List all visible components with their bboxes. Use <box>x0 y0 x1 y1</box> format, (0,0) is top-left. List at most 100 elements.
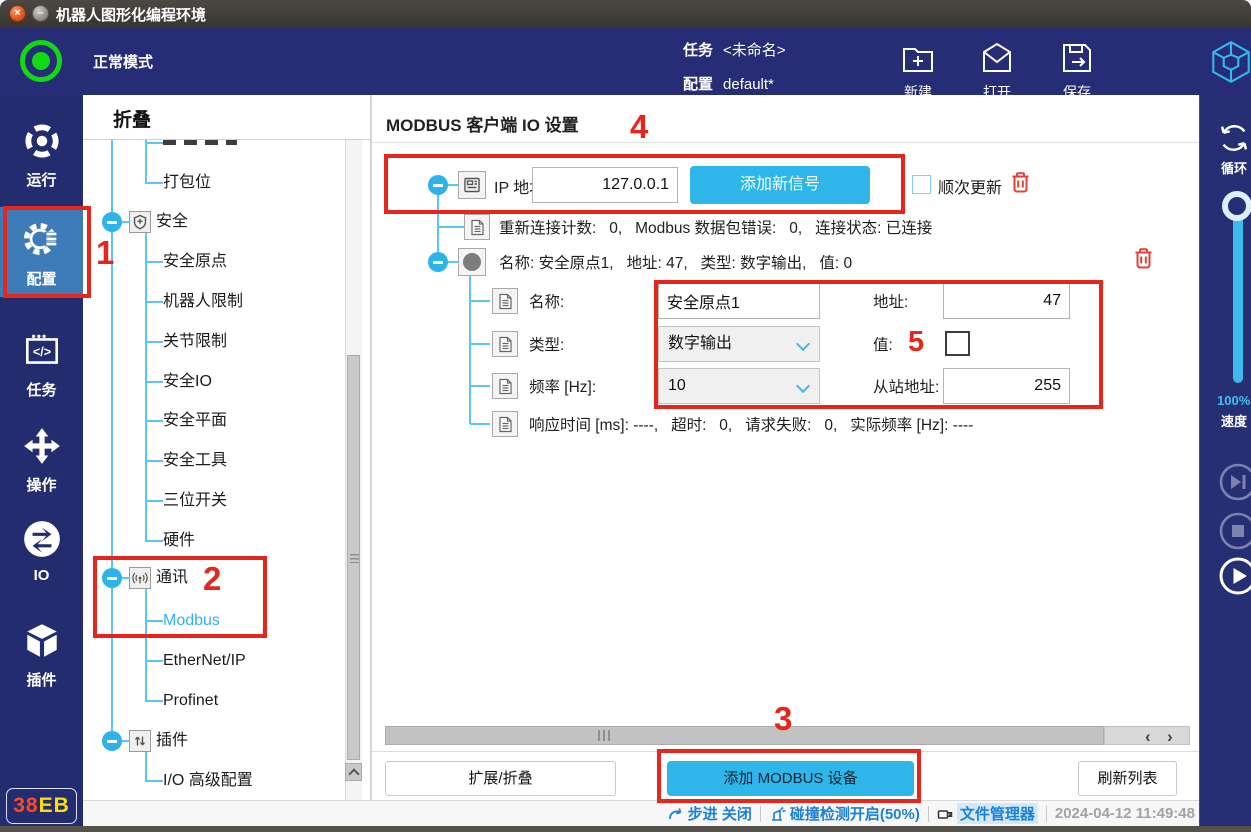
file-manager-button[interactable]: 文件管理器 <box>937 803 1038 824</box>
tree-scrollbar-thumb[interactable] <box>347 355 360 760</box>
sequential-update-checkbox[interactable] <box>912 175 931 194</box>
tree-collapse-node[interactable] <box>102 212 122 232</box>
tree-item[interactable]: EtherNet/IP <box>163 647 246 675</box>
tree-item-safety[interactable]: 安全 <box>156 208 188 236</box>
speed-slider-track[interactable] <box>1233 203 1243 383</box>
divider <box>372 142 1200 143</box>
frequency-select[interactable]: 10 <box>658 368 820 404</box>
tree-item[interactable]: I/O 高级配置 <box>163 767 253 795</box>
frequency-value: 10 <box>668 377 686 394</box>
step-next-button[interactable] <box>1218 462 1251 502</box>
usb-drive-icon <box>937 806 953 822</box>
device-collapse-node[interactable] <box>428 175 448 195</box>
save-button[interactable]: 保存 <box>1047 40 1107 102</box>
expand-collapse-button[interactable]: 扩展/折叠 <box>385 761 616 796</box>
refresh-list-button[interactable]: 刷新列表 <box>1078 761 1177 796</box>
loop-icon[interactable] <box>1215 119 1251 162</box>
step-mode-toggle[interactable]: 步进 关闭 <box>668 803 752 824</box>
new-folder-plus-icon <box>900 63 936 80</box>
horizontal-scrollbar[interactable] <box>385 726 1104 745</box>
robot-programming-app: × – 机器人图形化编程环境 正常模式 任务<未命名> 配置default* 新… <box>0 0 1251 832</box>
signal-type-select[interactable]: 数字输出 <box>658 326 820 362</box>
window-titlebar: × – 机器人图形化编程环境 <box>0 0 1251 28</box>
horizontal-scrollbar-end: ‹ › <box>1104 726 1190 745</box>
signal-name-input[interactable] <box>658 283 820 319</box>
tree-collapse-node[interactable] <box>102 731 122 751</box>
add-modbus-device-button[interactable]: 添加 MODBUS 设备 <box>667 761 914 796</box>
sidebar-item-label: 配置 <box>0 268 83 289</box>
scroll-right-button[interactable]: › <box>1167 728 1173 745</box>
window-title: 机器人图形化编程环境 <box>56 4 206 25</box>
tree-item-communication[interactable]: 通讯 <box>156 564 188 592</box>
speed-slider-handle[interactable] <box>1222 191 1251 221</box>
tree-item[interactable]: 关节限制 <box>163 328 227 356</box>
tree-tee <box>145 381 163 383</box>
value-label: 值: <box>873 333 893 355</box>
tree-item[interactable]: 打包位 <box>163 169 211 197</box>
tree-item-plugin[interactable]: 插件 <box>156 727 188 755</box>
sidebar-item-io[interactable]: IO <box>0 518 83 584</box>
tree-line <box>438 226 464 228</box>
stop-button[interactable] <box>1218 511 1251 551</box>
tree-line <box>448 184 458 186</box>
tree-collapse-node[interactable] <box>102 568 122 588</box>
delete-signal-trash-icon[interactable] <box>1133 247 1154 275</box>
status-bar: 步进 关闭 碰撞检测开启(50%) 文件管理器 2024-04-12 11:49… <box>83 800 1199 826</box>
config-label: 配置 <box>683 76 713 93</box>
mode-indicator-dot <box>32 52 50 70</box>
sidebar-item-label: 运行 <box>0 169 83 190</box>
sidebar-item-config[interactable]: 配置 <box>0 207 83 297</box>
signal-address-input[interactable] <box>943 283 1070 319</box>
slave-address-label: 从站地址: <box>873 375 939 397</box>
ip-address-input[interactable] <box>532 167 678 203</box>
type-label: 类型: <box>529 333 564 355</box>
tree-item[interactable]: 安全原点 <box>163 248 227 276</box>
signal-collapse-node[interactable] <box>428 252 448 272</box>
tree-tee <box>145 460 163 462</box>
tree-tee <box>145 420 163 422</box>
tree-item[interactable]: 安全工具 <box>163 447 227 475</box>
app-header: 正常模式 任务<未命名> 配置default* 新建 打开 <box>0 28 1251 95</box>
plugin-cube-icon <box>21 649 63 666</box>
tree-branch-line <box>145 140 147 183</box>
sidebar-item-task[interactable]: </> 任务 <box>0 330 83 400</box>
sidebar-item-plugin[interactable]: 插件 <box>0 620 83 690</box>
separator <box>760 806 761 822</box>
slave-address-input[interactable] <box>943 368 1070 404</box>
tree-line <box>469 276 471 424</box>
new-button[interactable]: 新建 <box>888 40 948 102</box>
tree-item[interactable]: 安全平面 <box>163 407 227 435</box>
io-swap-icon <box>21 547 63 564</box>
speed-label: 速度 <box>1221 411 1247 430</box>
left-nav-sidebar: 运行 配置 </> 任务 <box>0 95 83 826</box>
badge-left: 38 <box>13 794 38 817</box>
config-row: 配置default* <box>683 73 774 94</box>
tree-item-modbus-selected[interactable]: Modbus <box>163 607 220 635</box>
tree-item[interactable]: Profinet <box>163 687 218 715</box>
delete-device-trash-icon[interactable] <box>1010 171 1031 199</box>
play-button[interactable] <box>1218 556 1251 596</box>
sidebar-item-operate[interactable]: 操作 <box>0 425 83 495</box>
signal-value-checkbox[interactable] <box>945 331 970 356</box>
tree-item-clipped[interactable] <box>163 140 237 145</box>
tree-item[interactable]: 机器人限制 <box>163 288 243 316</box>
open-button[interactable]: 打开 <box>967 40 1027 102</box>
tree-item[interactable]: 硬件 <box>163 527 195 555</box>
tree-tee <box>145 500 163 502</box>
window-close-button[interactable]: × <box>9 5 26 22</box>
tree-header[interactable]: 折叠 <box>83 95 370 140</box>
scroll-left-button[interactable]: ‹ <box>1145 728 1151 745</box>
tree-line <box>470 423 490 425</box>
collision-detection-toggle[interactable]: 碰撞检测开启(50%) <box>769 803 920 824</box>
add-signal-button[interactable]: 添加新信号 <box>690 166 870 204</box>
sidebar-item-label: 操作 <box>0 474 83 495</box>
tree-scroll-up-button[interactable] <box>345 763 362 781</box>
broadcast-icon <box>129 567 151 589</box>
window-minimize-button[interactable]: – <box>32 5 49 22</box>
tree-item[interactable]: 三位开关 <box>163 487 227 515</box>
tree-line <box>470 343 490 345</box>
tree-item[interactable]: 安全IO <box>163 368 212 396</box>
connection-stats: 重新连接计数: 0, Modbus 数据包错误: 0, 连接状态: 已连接 <box>499 216 932 238</box>
sidebar-item-run[interactable]: 运行 <box>0 120 83 190</box>
signal-type-value: 数字输出 <box>668 335 732 352</box>
